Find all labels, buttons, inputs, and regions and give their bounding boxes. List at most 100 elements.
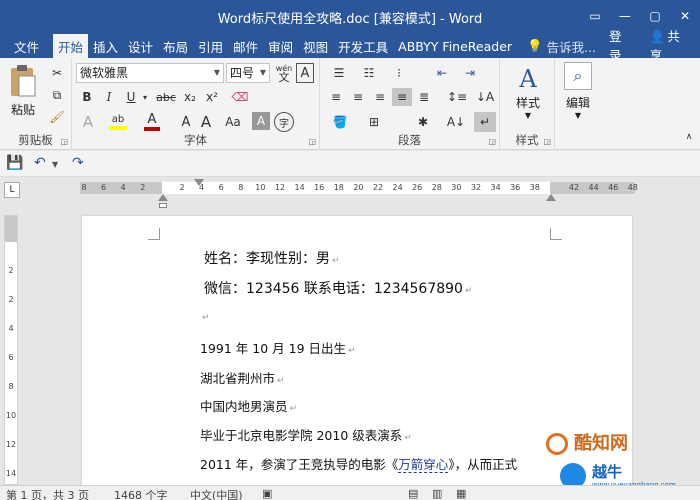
vruler-tick: 14 bbox=[5, 469, 17, 478]
change-case-button[interactable]: Aa bbox=[220, 112, 246, 132]
right-indent-marker[interactable] bbox=[546, 194, 556, 201]
ruler-tick: 30 bbox=[451, 183, 462, 192]
ruler-tick: 18 bbox=[333, 183, 344, 192]
superscript-button[interactable]: x² bbox=[202, 88, 222, 106]
clear-format-icon[interactable]: ⌫ bbox=[230, 88, 250, 106]
line-spacing-icon[interactable]: ↕≡ bbox=[444, 88, 470, 106]
clipboard-launcher-icon[interactable]: ◲ bbox=[60, 137, 68, 146]
font-size-combo[interactable]: 四号 ▼ bbox=[226, 63, 270, 83]
cut-icon[interactable]: ✂ bbox=[48, 64, 66, 82]
movie-link[interactable]: 万箭穿心 bbox=[398, 457, 449, 473]
tab-abbyy[interactable]: ABBYY FineReader bbox=[393, 34, 517, 58]
vertical-ruler[interactable]: 2246810121416 bbox=[4, 215, 18, 500]
doc-line-contact[interactable]: 微信：123456 联系电话：1234567890 ↵ bbox=[204, 278, 473, 298]
doc-line-occupation[interactable]: 中国内地男演员 ↵ bbox=[200, 396, 297, 415]
underline-button[interactable]: U bbox=[122, 88, 140, 106]
tab-view[interactable]: 视图 bbox=[298, 34, 333, 58]
collapse-ribbon-icon[interactable]: ∧ bbox=[682, 130, 696, 144]
paragraph-launcher-icon[interactable]: ◲ bbox=[488, 137, 496, 146]
char-shading-button[interactable]: A bbox=[252, 112, 270, 130]
shading-icon[interactable]: 🪣 bbox=[326, 112, 354, 132]
tab-mailings[interactable]: 邮件 bbox=[228, 34, 263, 58]
justify-icon[interactable]: ≡ bbox=[392, 88, 412, 106]
macro-icon[interactable]: ▣ bbox=[262, 487, 272, 500]
align-left-icon[interactable]: ≡ bbox=[326, 88, 346, 106]
doc-line-empty[interactable]: ↵ bbox=[200, 308, 210, 323]
grow-font-button[interactable]: A bbox=[196, 112, 216, 132]
tab-design[interactable]: 设计 bbox=[123, 34, 158, 58]
page-count[interactable]: 第 1 页，共 3 页 bbox=[6, 487, 89, 500]
ruler-tick: 4 bbox=[120, 183, 126, 192]
first-line-indent-marker[interactable] bbox=[158, 194, 168, 201]
language[interactable]: 中文(中国) bbox=[190, 487, 243, 500]
vruler-tick: 6 bbox=[8, 353, 14, 362]
highlight-button[interactable]: ab bbox=[106, 112, 130, 132]
numbering-icon[interactable]: ☷ bbox=[356, 64, 382, 82]
tab-review[interactable]: 审阅 bbox=[263, 34, 298, 58]
editing-button[interactable]: ⌕ 编辑 ▼ bbox=[559, 62, 597, 120]
save-icon[interactable]: 💾 bbox=[6, 155, 23, 171]
tab-selector[interactable]: L bbox=[4, 182, 20, 198]
read-mode-icon[interactable]: ▤ bbox=[408, 487, 418, 500]
bold-button[interactable]: B bbox=[78, 88, 96, 106]
phonetic-guide-button[interactable]: wén 文 bbox=[274, 62, 294, 84]
increase-indent-icon[interactable]: ⇥ bbox=[458, 64, 482, 82]
tab-home[interactable]: 开始 bbox=[53, 34, 89, 58]
decrease-indent-icon[interactable]: ⇤ bbox=[430, 64, 454, 82]
font-color-button[interactable]: A bbox=[142, 112, 162, 132]
align-center-icon[interactable]: ≡ bbox=[348, 88, 368, 106]
ruler-tick: 38 bbox=[529, 183, 540, 192]
shrink-font-button[interactable]: A bbox=[176, 112, 196, 132]
format-painter-icon[interactable]: 🖌 bbox=[48, 108, 66, 126]
doc-line-education[interactable]: 毕业于北京电影学院 2010 级表演系 ↵ bbox=[200, 425, 412, 444]
styles-launcher-icon[interactable]: ◲ bbox=[543, 137, 551, 146]
styles-button[interactable]: A 样式 ▼ bbox=[508, 64, 548, 120]
char-border-button[interactable]: A bbox=[296, 63, 314, 83]
borders-icon[interactable]: ⊞ bbox=[360, 112, 388, 132]
web-layout-icon[interactable]: ▦ bbox=[456, 487, 466, 500]
show-marks-icon[interactable]: ↵ bbox=[474, 112, 496, 132]
chevron-down-icon[interactable]: ▼ bbox=[52, 160, 58, 169]
tab-references[interactable]: 引用 bbox=[193, 34, 228, 58]
sort-icon[interactable]: ↓A bbox=[474, 88, 496, 106]
tab-layout[interactable]: 布局 bbox=[158, 34, 193, 58]
italic-button[interactable]: I bbox=[100, 88, 118, 106]
doc-line-name[interactable]: 姓名：李现性别：男 ↵ bbox=[204, 248, 340, 268]
multilevel-list-icon[interactable]: ⁝ bbox=[386, 64, 412, 82]
group-label-font: 字体 bbox=[184, 133, 207, 147]
chevron-down-icon[interactable]: ▾ bbox=[140, 88, 150, 106]
tab-insert[interactable]: 插入 bbox=[88, 34, 123, 58]
horizontal-ruler[interactable]: 8 6 4 2 2 4 6 8 10 12 14 16 18 20 22 24 26 28 30 32 34 36 38 42… bbox=[80, 182, 638, 194]
ruler-tick: 26 bbox=[412, 183, 423, 192]
strikethrough-button[interactable]: abc bbox=[154, 88, 178, 106]
ruler-tick: 44 bbox=[588, 183, 599, 192]
doc-line-career[interactable]: 2011 年，参演了王竞执导的电影《万箭穿心》，从而正式 bbox=[200, 454, 517, 473]
tell-me-box[interactable]: 💡 告诉我... bbox=[517, 34, 601, 58]
paste-button[interactable]: 粘贴 bbox=[6, 64, 40, 118]
sort-asc-icon[interactable]: A↓ bbox=[444, 112, 468, 132]
subscript-button[interactable]: x₂ bbox=[180, 88, 200, 106]
tab-file[interactable]: 文件 bbox=[0, 34, 53, 58]
text-effect-button[interactable]: A bbox=[78, 112, 98, 132]
font-launcher-icon[interactable]: ◲ bbox=[308, 137, 316, 146]
print-layout-icon[interactable]: ▥ bbox=[432, 487, 442, 500]
doc-line-hometown[interactable]: 湖北省荆州市 ↵ bbox=[200, 368, 285, 387]
hanging-indent-marker[interactable] bbox=[194, 179, 204, 186]
tab-developer[interactable]: 开发工具 bbox=[333, 34, 393, 58]
copy-icon[interactable]: ⧉ bbox=[48, 86, 66, 104]
chinese-layout-icon[interactable]: ✱ bbox=[410, 112, 436, 132]
left-indent-marker[interactable] bbox=[159, 203, 167, 208]
font-name-combo[interactable]: 微软雅黑 ▼ bbox=[76, 63, 224, 83]
enclose-char-button[interactable]: 字 bbox=[274, 112, 294, 132]
doc-line-birth[interactable]: 1991 年 10 月 19 日出生 ↵ bbox=[200, 338, 356, 357]
distribute-icon[interactable]: ≣ bbox=[414, 88, 434, 106]
undo-icon[interactable]: ↶ bbox=[34, 155, 46, 171]
watermark-text: 酷知网 bbox=[574, 433, 628, 454]
ruler-tick: 16 bbox=[314, 183, 325, 192]
align-right-icon[interactable]: ≡ bbox=[370, 88, 390, 106]
ruler-tick: 8 bbox=[238, 183, 244, 192]
redo-icon[interactable]: ↷ bbox=[72, 155, 84, 171]
styles-icon: A bbox=[519, 65, 537, 93]
bullets-icon[interactable]: ☰ bbox=[326, 64, 352, 82]
word-count[interactable]: 1468 个字 bbox=[114, 487, 168, 500]
